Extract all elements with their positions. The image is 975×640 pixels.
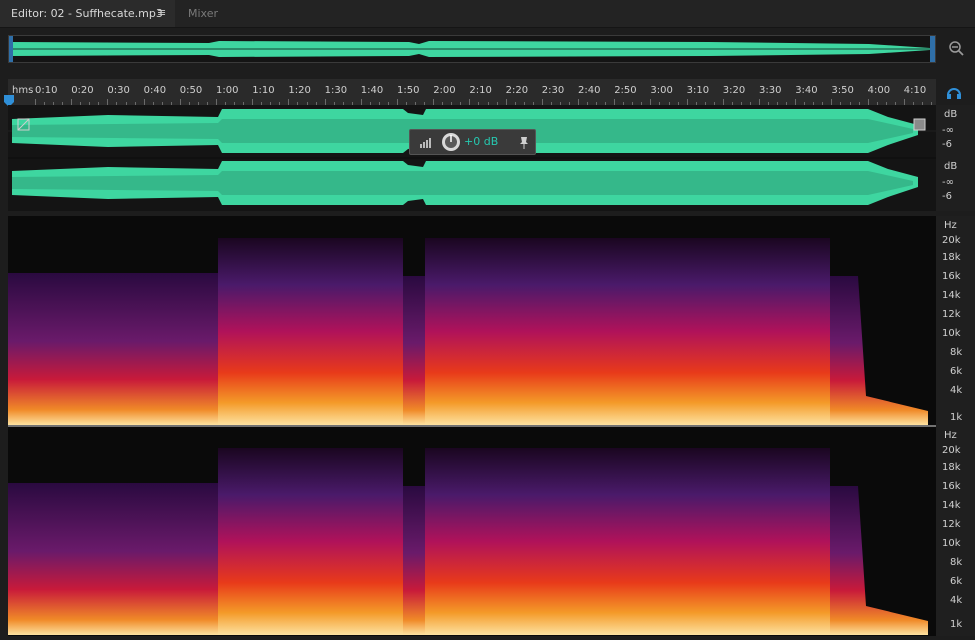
freq-label: 10k <box>942 328 961 339</box>
level-bars-icon <box>420 138 431 148</box>
freq-label: 16k <box>942 481 961 492</box>
amplitude-scale: dB -∞ -6 dB -∞ -6 <box>936 105 975 211</box>
ruler-label: 1:00 <box>216 85 239 96</box>
ruler-label: 1:50 <box>397 85 420 96</box>
ruler-label: 3:10 <box>686 85 710 96</box>
freq-label: 8k <box>950 557 963 568</box>
freq-label: 4k <box>950 595 963 606</box>
freq-label: 12k <box>942 519 961 530</box>
spectrogram-channel-1 <box>8 238 928 425</box>
ruler-label: 2:30 <box>541 85 565 96</box>
spectrogram <box>8 238 936 635</box>
ruler-label: 3:00 <box>650 85 673 96</box>
ruler-label: 0:30 <box>107 85 130 96</box>
db-6-ch1: -6 <box>942 139 952 150</box>
freq-label: 4k <box>950 385 963 396</box>
tab-mixer[interactable]: Mixer <box>176 0 236 27</box>
fade-out-handle <box>913 118 926 131</box>
ruler-label: 1:40 <box>360 85 384 96</box>
tab-menu-icon[interactable]: ≡ <box>157 6 166 19</box>
freq-label: 6k <box>950 576 963 587</box>
ruler-label: 2:50 <box>614 85 637 96</box>
ruler-label: 0:20 <box>71 85 94 96</box>
waveform-channel-2 <box>12 161 918 205</box>
ruler-label: 3:30 <box>759 85 782 96</box>
db-inf-ch1: -∞ <box>942 125 954 136</box>
ruler-label: 2:10 <box>469 85 492 96</box>
volume-value: +0 dB <box>464 135 499 148</box>
freq-label: 10k <box>942 538 961 549</box>
ruler-label: 1:10 <box>252 85 275 96</box>
db-label-ch2: dB <box>944 161 958 172</box>
ruler-label: 1:20 <box>288 85 311 96</box>
freq-label: 20k <box>942 235 961 246</box>
waveform-display <box>8 109 936 205</box>
overview-navigator[interactable] <box>8 35 936 63</box>
frequency-scale: Hz 20k 18k 16k 14k 12k 10k 8k 6k 4k 1k Hz 20k 18k 16k 1… <box>936 216 975 636</box>
ruler-label: 0:40 <box>143 85 167 96</box>
freq-label: 18k <box>942 462 961 473</box>
freq-label: 14k <box>942 500 961 511</box>
time-ruler[interactable]: hms 0:10 0:20 0:30 0:40 0:50 1:00 1:10 1:20 1:30… <box>8 79 936 105</box>
headphones-icon[interactable] <box>946 84 962 99</box>
freq-label: 12k <box>942 309 961 320</box>
freq-label: 20k <box>942 445 961 456</box>
db-inf-ch2: -∞ <box>942 177 954 188</box>
ruler-label: 3:40 <box>795 85 818 96</box>
tab-editor[interactable]: Editor: 02 - Suffhecate.mp3 ≡ <box>0 0 175 27</box>
freq-label: 1k <box>950 619 963 630</box>
tab-bar: Editor: 02 - Suffhecate.mp3 ≡ Mixer <box>0 0 975 28</box>
overview-waveform <box>9 36 935 62</box>
volume-knob-icon[interactable] <box>441 132 461 152</box>
spectral-frequency-display[interactable] <box>8 216 936 636</box>
ruler-label: 2:40 <box>578 85 601 96</box>
ruler-label: 1:30 <box>324 85 348 96</box>
ruler-label: 4:00 <box>867 85 891 96</box>
freq-label: 16k <box>942 271 961 282</box>
volume-hud[interactable]: +0 dB <box>409 129 536 155</box>
ruler-unit: hms <box>12 85 34 96</box>
playhead[interactable] <box>4 92 14 107</box>
freq-label: 1k <box>950 412 963 423</box>
freq-label: 8k <box>950 347 963 358</box>
tab-mixer-label: Mixer <box>188 7 219 20</box>
freq-label: 14k <box>942 290 961 301</box>
ruler-label: 4:10 <box>903 85 927 96</box>
hz-unit-label: Hz <box>944 430 957 441</box>
db-label-ch1: dB <box>944 109 958 120</box>
ruler-label: 0:10 <box>35 85 58 96</box>
pin-icon[interactable] <box>518 135 530 149</box>
db-6-ch2: -6 <box>942 191 952 202</box>
spectrogram-channel-2 <box>8 448 928 635</box>
freq-label: 6k <box>950 366 963 377</box>
tab-editor-label: Editor: 02 - Suffhecate.mp3 <box>11 7 163 20</box>
hz-unit-label: Hz <box>944 220 957 231</box>
zoom-out-icon[interactable] <box>945 38 965 58</box>
ruler-label: 2:00 <box>433 85 456 96</box>
ruler-label: 0:50 <box>179 85 203 96</box>
ruler-label: 3:50 <box>831 85 854 96</box>
freq-label: 18k <box>942 252 961 263</box>
ruler-label: 3:20 <box>722 85 746 96</box>
ruler-label: 2:20 <box>505 85 529 96</box>
waveform-panel[interactable] <box>8 105 936 211</box>
